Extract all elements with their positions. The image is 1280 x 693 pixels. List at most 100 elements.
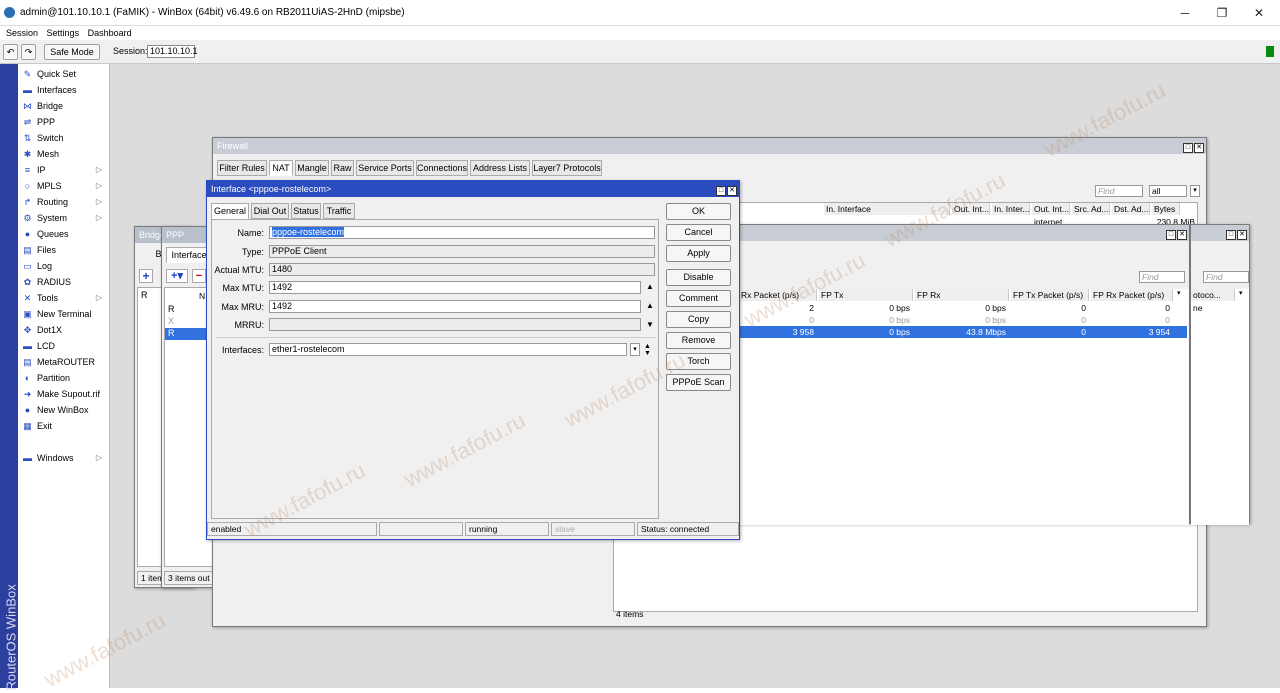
close-icon[interactable]: ✕ <box>1237 230 1247 240</box>
chevron-down-icon[interactable]: ▾ <box>1177 289 1181 297</box>
button-cancel[interactable]: Cancel <box>666 224 731 241</box>
sidebar-item-metarouter[interactable]: ▤ MetaROUTER <box>20 354 108 370</box>
firewall-window-title[interactable]: Firewall <box>213 138 1206 154</box>
firewall-find-select[interactable]: all <box>1149 185 1187 197</box>
sidebar-item-partition[interactable]: ◐ Partition <box>20 370 108 386</box>
sidebar-item-radius[interactable]: ✿ RADIUS <box>20 274 108 290</box>
button-copy[interactable]: Copy <box>666 311 731 328</box>
menu-session[interactable]: Session <box>6 26 38 40</box>
sidebar-item-switch[interactable]: ⇅ Switch <box>20 130 108 146</box>
sidebar-item-dot1x[interactable]: ✥ Dot1X <box>20 322 108 338</box>
maximize-icon[interactable]: □ <box>1183 143 1193 153</box>
sidebar-item-tools[interactable]: ✕ Tools ▷ <box>20 290 108 306</box>
sidebar-item-lcd[interactable]: ▬ LCD <box>20 338 108 354</box>
tab-status[interactable]: Status <box>291 203 321 219</box>
sidebar-item-windows[interactable]: ▬ Windows ▷ <box>20 450 108 466</box>
sidebar-item-terminal[interactable]: ▣ New Terminal <box>20 306 108 322</box>
sidebar-item-ppp[interactable]: ⇌ PPP <box>20 114 108 130</box>
interface-dialog-title[interactable]: Interface <pppoe-rostelecom> <box>207 181 739 197</box>
tab-filter-rules[interactable]: Filter Rules <box>217 160 267 176</box>
safe-mode-button[interactable]: Safe Mode <box>44 44 100 60</box>
tab-traffic[interactable]: Traffic <box>323 203 355 219</box>
max-mtu-field[interactable]: 1492 <box>269 281 641 294</box>
tab-dial-out[interactable]: Dial Out <box>251 203 289 219</box>
menu-dashboard[interactable]: Dashboard <box>88 26 132 40</box>
interface-col-4[interactable]: FP Rx Packet (p/s) <box>1091 289 1173 301</box>
button-disable[interactable]: Disable <box>666 269 731 286</box>
sidebar-item-supout[interactable]: ➜ Make Supout.rif <box>20 386 108 402</box>
sidebar-item-bridge[interactable]: ⋈ Bridge <box>20 98 108 114</box>
tab-address-lists[interactable]: Address Lists <box>470 160 530 176</box>
interface-col-2[interactable]: FP Rx <box>915 289 1009 301</box>
sidebar-item-queues[interactable]: ● Queues <box>20 226 108 242</box>
maximize-button[interactable]: ❐ <box>1207 4 1237 22</box>
firewall-col-4[interactable]: Src. Ad... <box>1072 203 1110 215</box>
sidebar-item-log[interactable]: ▭ Log <box>20 258 108 274</box>
tab-mangle[interactable]: Mangle <box>295 160 329 176</box>
collapse-up-icon[interactable]: ▲ <box>646 282 654 291</box>
interface-col-0[interactable]: Rx Packet (p/s) <box>739 289 817 301</box>
sidebar-item-quick-set[interactable]: ✎ Quick Set <box>20 66 108 82</box>
close-icon[interactable]: ✕ <box>1177 230 1187 240</box>
sidebar-item-interfaces[interactable]: ▬ Interfaces <box>20 82 108 98</box>
sidebar-item-routing[interactable]: ↱ Routing ▷ <box>20 194 108 210</box>
interface-secondary-find[interactable]: Find <box>1203 271 1249 283</box>
interface-dialog[interactable]: Interface <pppoe-rostelecom> □ ✕ General D… <box>206 180 740 540</box>
mrru-field[interactable] <box>269 318 641 331</box>
button-pppoe-scan[interactable]: PPPoE Scan <box>666 374 731 391</box>
ppp-row-flag[interactable]: X <box>168 316 174 326</box>
collapse-up-icon[interactable]: ▲ <box>646 301 654 310</box>
tab-connections[interactable]: Connections <box>416 160 468 176</box>
tab-service-ports[interactable]: Service Ports <box>356 160 414 176</box>
chevron-down-icon[interactable]: ▾ <box>1239 289 1243 297</box>
sidebar-item-mpls[interactable]: ○ MPLS ▷ <box>20 178 108 194</box>
ppp-row-flag[interactable]: R <box>168 304 175 314</box>
close-button[interactable]: ✕ <box>1244 4 1274 22</box>
undo-button[interactable]: ↶ <box>3 44 18 60</box>
maximize-icon[interactable]: □ <box>716 186 726 196</box>
firewall-col-0[interactable]: In. Interface <box>824 203 950 215</box>
redo-button[interactable]: ↷ <box>21 44 36 60</box>
interface-col-1[interactable]: FP Tx <box>819 289 913 301</box>
tab-raw[interactable]: Raw <box>331 160 354 176</box>
name-field[interactable]: pppoe-rostelecom <box>269 226 655 239</box>
add-icon[interactable]: + <box>139 269 153 283</box>
button-ok[interactable]: OK <box>666 203 731 220</box>
add-dropdown-icon[interactable]: +▾ <box>166 269 188 283</box>
expand-down-icon[interactable]: ▼ <box>646 320 654 329</box>
bridge-row-flag[interactable]: R <box>141 290 148 300</box>
close-icon[interactable]: ✕ <box>1194 143 1204 153</box>
tab-layer7-protocols[interactable]: Layer7 Protocols <box>532 160 602 176</box>
max-mru-field[interactable]: 1492 <box>269 300 641 313</box>
firewall-col-6[interactable]: Bytes <box>1152 203 1180 215</box>
button-remove[interactable]: Remove <box>666 332 731 349</box>
sidebar-item-files[interactable]: ▤ Files <box>20 242 108 258</box>
menu-settings[interactable]: Settings <box>47 26 80 40</box>
firewall-col-5[interactable]: Dst. Ad... <box>1112 203 1150 215</box>
maximize-icon[interactable]: □ <box>1166 230 1176 240</box>
sidebar-item-mesh[interactable]: ✱ Mesh <box>20 146 108 162</box>
dropdown-icon[interactable]: ▾ <box>630 343 640 356</box>
firewall-col-1[interactable]: Out. Int... <box>952 203 990 215</box>
sidebar-item-new-winbox[interactable]: ● New WinBox <box>20 402 108 418</box>
protocol-header[interactable]: otoco... <box>1191 289 1235 301</box>
interface-find-input[interactable]: Find <box>1139 271 1185 283</box>
add-remove-arrows-icon[interactable]: ▲ ▼ <box>644 343 651 357</box>
firewall-col-3[interactable]: Out. Int... <box>1032 203 1070 215</box>
interface-col-3[interactable]: FP Tx Packet (p/s) <box>1011 289 1089 301</box>
maximize-icon[interactable]: □ <box>1226 230 1236 240</box>
ppp-row-flag[interactable]: R <box>168 328 175 338</box>
firewall-col-2[interactable]: In. Inter... <box>992 203 1030 215</box>
interface-secondary-window[interactable]: □ ✕ Find otoco... ▾ ne <box>1190 224 1250 525</box>
button-comment[interactable]: Comment <box>666 290 731 307</box>
minimize-button[interactable]: ─ <box>1170 4 1200 22</box>
tab-general[interactable]: General <box>211 203 249 219</box>
firewall-find-input[interactable]: Find <box>1095 185 1143 197</box>
sidebar-item-system[interactable]: ⚙ System ▷ <box>20 210 108 226</box>
chevron-down-icon[interactable]: ▾ <box>1190 185 1200 197</box>
interfaces-select[interactable]: ether1-rostelecom <box>269 343 627 356</box>
close-icon[interactable]: ✕ <box>727 186 737 196</box>
tab-nat[interactable]: NAT <box>269 160 293 176</box>
sidebar-item-exit[interactable]: ▦ Exit <box>20 418 108 434</box>
button-torch[interactable]: Torch <box>666 353 731 370</box>
